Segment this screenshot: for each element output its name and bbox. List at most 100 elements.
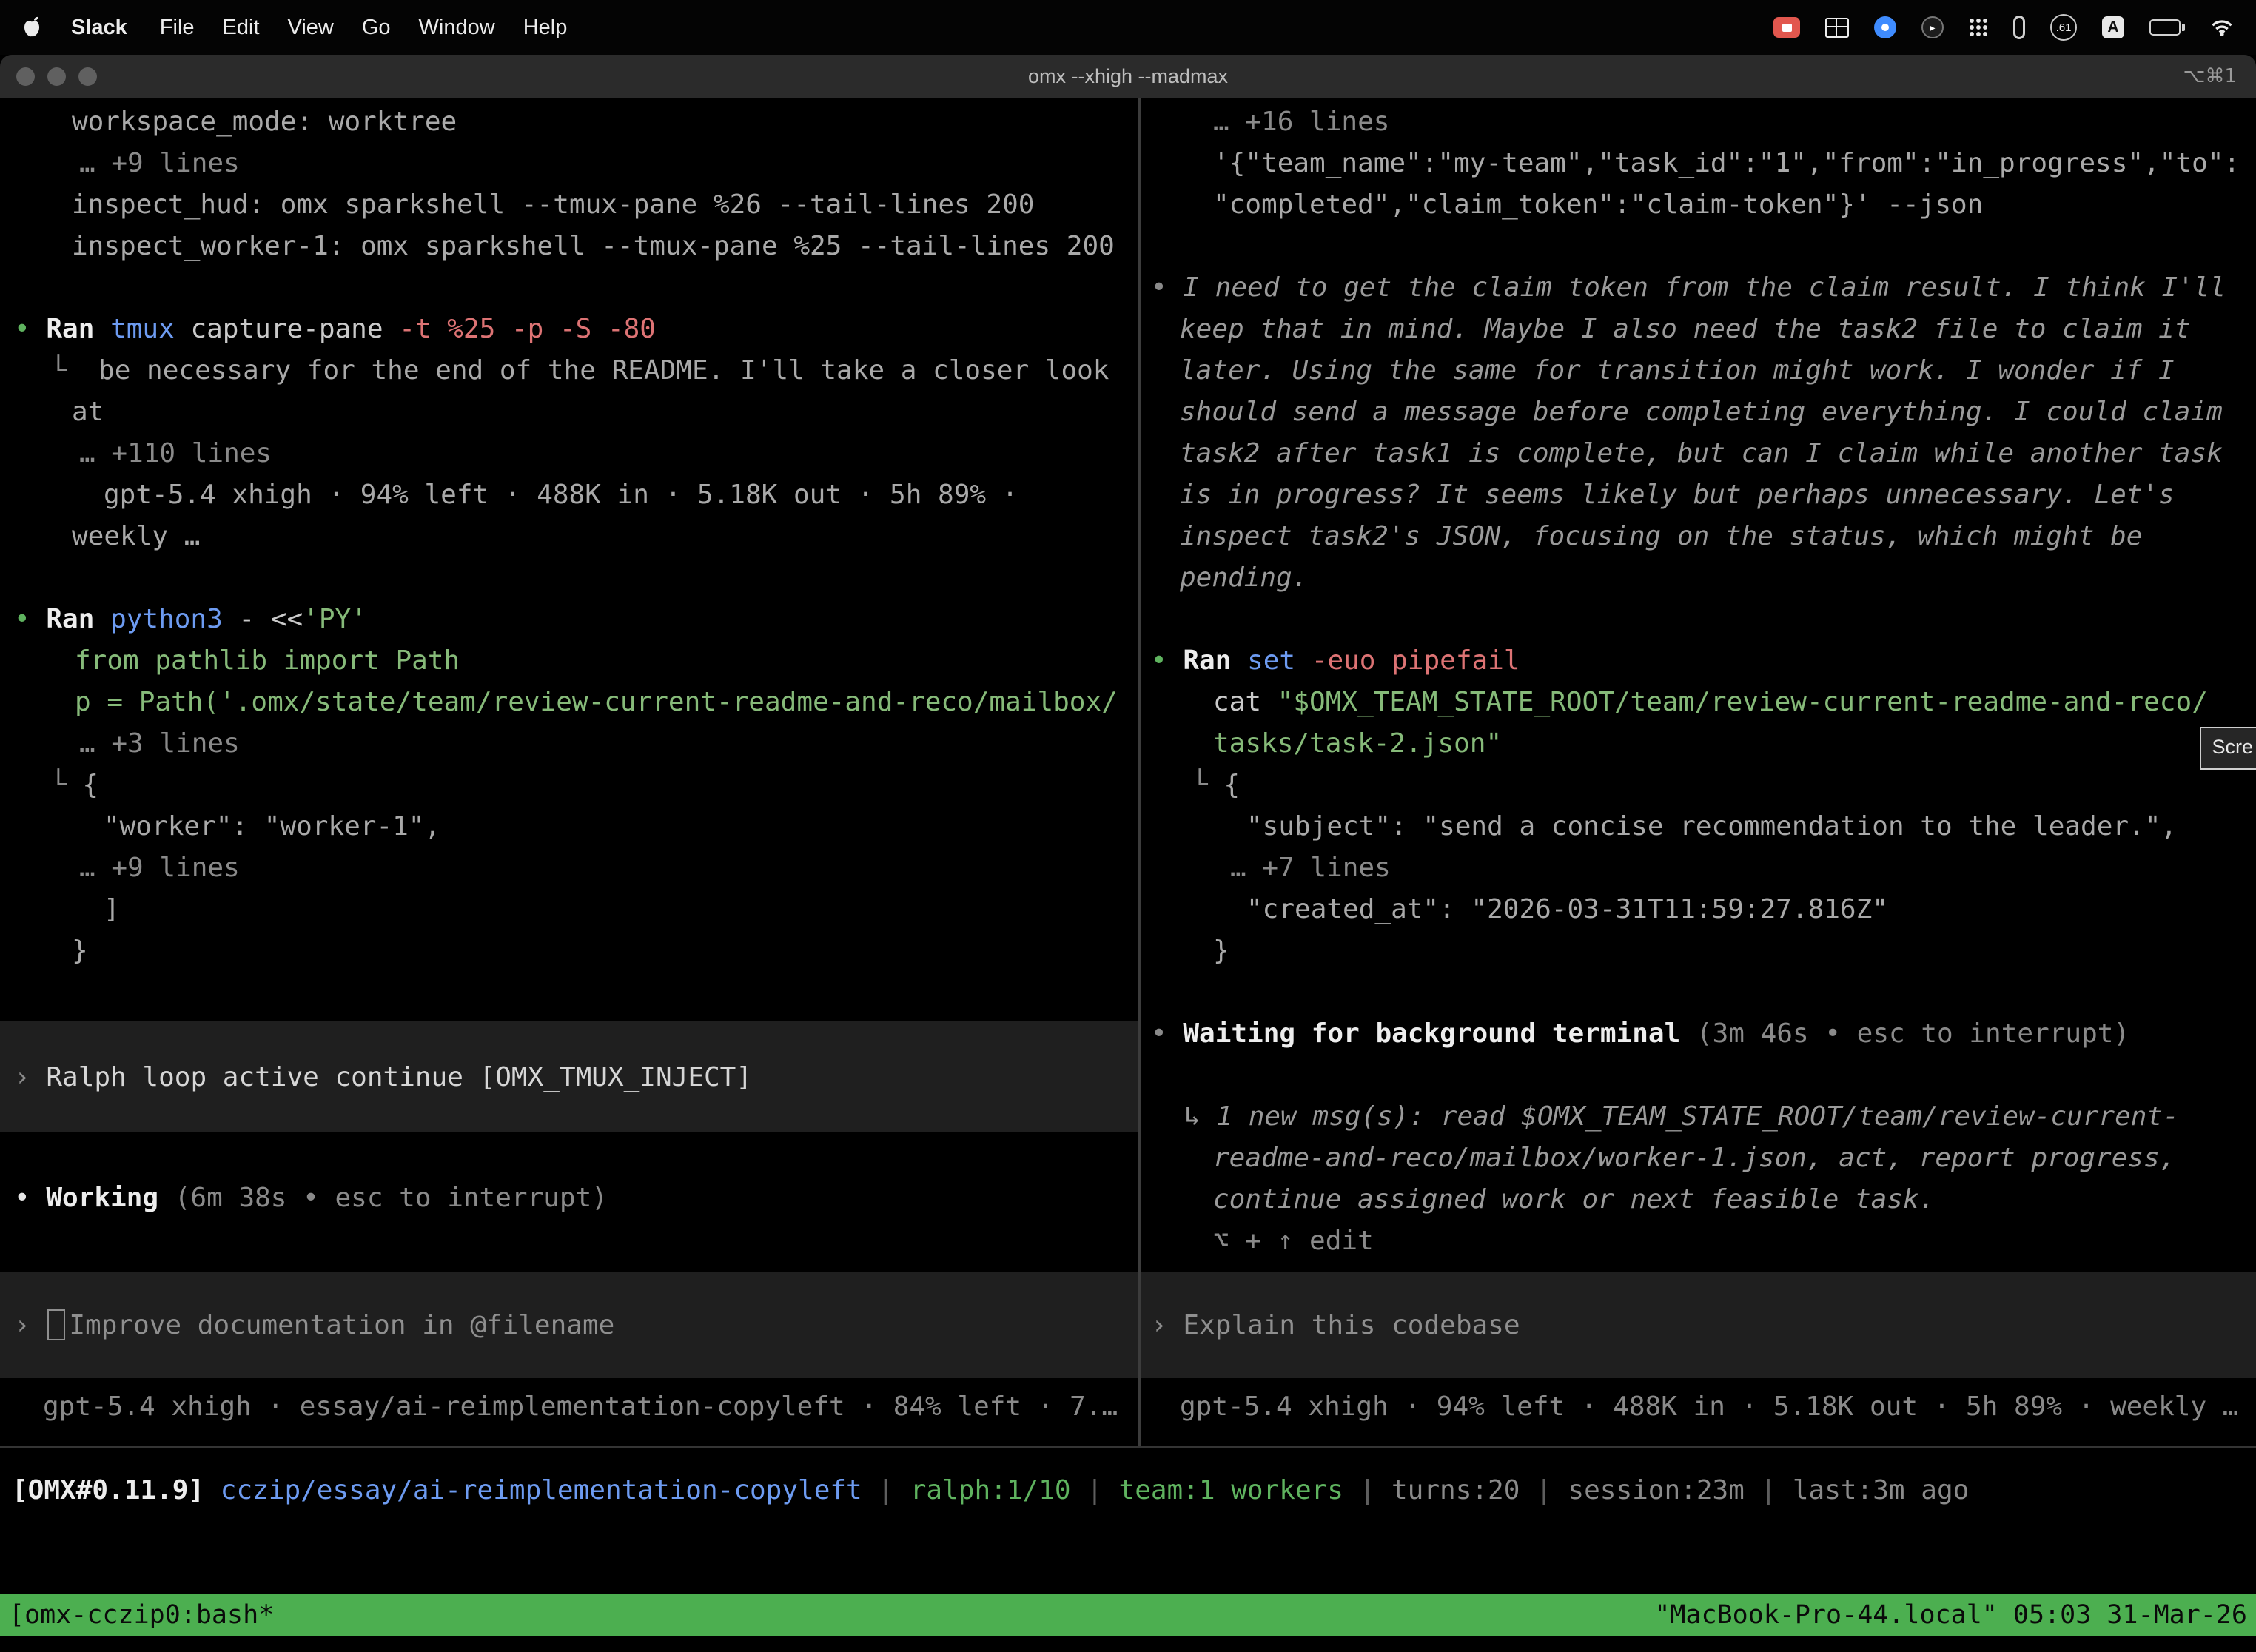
composer-input-left[interactable]: › Improve documentation in @filename: [0, 1272, 1138, 1378]
text-segment: should send a message before completing …: [1180, 397, 2223, 427]
screen-recording-icon[interactable]: [1773, 17, 1800, 38]
text-segment: "worker": "worker-1",: [104, 811, 440, 842]
terminal-line: • Waiting for background terminal (3m 46…: [1141, 1013, 2256, 1055]
text-segment: •: [1151, 645, 1183, 676]
text-segment: •: [14, 1183, 46, 1213]
terminal-line: [1141, 226, 2256, 267]
terminal-line: ]: [0, 889, 1138, 930]
menu-item[interactable]: Go: [362, 16, 391, 39]
window-title-bar: omx --xhigh --madmax ⌥⌘1: [0, 55, 2256, 98]
status-segment: [OMX#0.11.9]: [12, 1475, 221, 1505]
status-segment: ralph:1/10: [910, 1475, 1071, 1505]
tmux-session-info[interactable]: [omx-cczip0:bash*: [9, 1594, 274, 1636]
text-segment: "completed","claim_token":"claim-token"}…: [1213, 189, 1983, 220]
text-segment: └: [1192, 770, 1223, 800]
battery-icon[interactable]: [2149, 19, 2185, 36]
composer-placeholder-right[interactable]: Explain this codebase: [1183, 1310, 1520, 1340]
terminal-line: tasks/task-2.json": [1141, 723, 2256, 765]
status-segment: session:23m: [1568, 1475, 1744, 1505]
terminal-content: workspace_mode: worktree … +9 lines inspec…: [0, 98, 2256, 1446]
text-segment: -t %25 -p -S -80: [399, 314, 656, 344]
composer-placeholder-left[interactable]: Improve documentation in @filename: [69, 1310, 614, 1340]
terminal-line: workspace_mode: worktree: [0, 101, 1138, 143]
text-segment: is in progress? It seems likely but perh…: [1180, 480, 2175, 510]
text-segment: }: [1213, 936, 1229, 966]
apple-logo: [22, 16, 41, 38]
blue-app-icon[interactable]: [1874, 16, 1896, 38]
status-segment: |: [1745, 1475, 1793, 1505]
dots-grid-icon[interactable]: [1969, 18, 1988, 37]
status-segment: |: [1071, 1475, 1119, 1505]
menu-item[interactable]: View: [288, 16, 334, 39]
text-segment: workspace_mode: worktree: [72, 107, 457, 137]
text-segment: Working: [46, 1183, 174, 1213]
menu-bar: Slack File Edit View Go Window Help ▸ .61 A: [0, 0, 2256, 55]
menu-item[interactable]: File: [160, 16, 195, 39]
pill-icon[interactable]: [2013, 16, 2025, 39]
text-segment: ↳ 1 new msg(s): read $OMX_TEAM_STATE_ROO…: [1184, 1101, 2179, 1132]
text-segment: … +9 lines: [79, 853, 240, 883]
text-segment: set: [1247, 645, 1312, 676]
active-app-name[interactable]: Slack: [71, 16, 127, 40]
text-segment: - <<: [238, 604, 303, 634]
session-footer-right: gpt-5.4 xhigh · 94% left · 488K in · 5.1…: [1141, 1386, 2256, 1428]
text-segment: •: [14, 604, 46, 634]
text-segment: "$OMX_TEAM_STATE_ROOT/team/review-curren…: [1278, 687, 2208, 717]
terminal-line: inspect_worker-1: omx sparkshell --tmux-…: [0, 226, 1138, 267]
dark-app-icon[interactable]: ▸: [1921, 16, 1944, 38]
apple-menu-icon[interactable]: [22, 16, 41, 38]
terminal-line: pending.: [1141, 557, 2256, 599]
terminal-line: task2 after task1 is complete, but can I…: [1141, 433, 2256, 474]
terminal-line: gpt-5.4 xhigh · 94% left · 488K in · 5.1…: [0, 474, 1138, 516]
menu-item[interactable]: Edit: [223, 16, 260, 39]
text-segment: python3: [110, 604, 238, 634]
text-segment: keep that in mind. Maybe I also need the…: [1180, 314, 2190, 344]
window-shortcut-hint: ⌥⌘1: [2183, 55, 2237, 98]
terminal-line: • I need to get the claim token from the…: [1141, 267, 2256, 309]
terminal-line: "subject": "send a concise recommendatio…: [1141, 806, 2256, 847]
text-segment: └: [50, 770, 82, 800]
screen-tooltip: Scre: [2200, 727, 2256, 770]
wifi-icon[interactable]: [2210, 19, 2234, 36]
menu-item[interactable]: Window: [419, 16, 495, 39]
scrollback-left: workspace_mode: worktree … +9 lines inspec…: [0, 101, 1138, 972]
text-segment: {: [82, 770, 98, 800]
prompt-chevron: ›: [1151, 1310, 1167, 1340]
terminal-line: "worker": "worker-1",: [0, 806, 1138, 847]
text-segment: inspect task2's JSON, focusing on the st…: [1180, 521, 2142, 551]
menu-item[interactable]: Help: [523, 16, 568, 39]
input-source-icon[interactable]: A: [2102, 16, 2124, 38]
composer-input-right[interactable]: › Explain this codebase: [1141, 1272, 2256, 1378]
text-segment: •: [1151, 272, 1183, 303]
status-segment: last:3m ago: [1793, 1475, 1969, 1505]
status-segment: |: [862, 1475, 910, 1505]
text-segment: be necessary for the end of the README. …: [98, 355, 1109, 386]
terminal-line: └ {: [0, 765, 1138, 806]
window-title: omx --xhigh --madmax: [0, 55, 2256, 98]
prompt-chevron: ›: [14, 1062, 30, 1092]
tmux-host-clock: "MacBook-Pro-44.local" 05:03 31-Mar-26: [1654, 1594, 2247, 1636]
text-segment: … +110 lines: [79, 438, 272, 469]
text-segment: -euo pipefail: [1312, 645, 1520, 676]
grid-icon[interactable]: [1825, 18, 1849, 38]
text-segment: from pathlib import Path: [75, 645, 460, 676]
terminal-line: inspect task2's JSON, focusing on the st…: [1141, 516, 2256, 557]
terminal-line: is in progress? It seems likely but perh…: [1141, 474, 2256, 516]
terminal-line: … +9 lines: [0, 143, 1138, 184]
menu-items: File Edit View Go Window Help: [160, 16, 596, 40]
terminal-line: • Working (6m 38s • esc to interrupt): [0, 1178, 1138, 1219]
text-segment: }: [72, 936, 88, 966]
terminal-line: }: [1141, 930, 2256, 972]
text-segment: └: [50, 355, 98, 386]
queued-message-box: › Ralph loop active continue [OMX_TMUX_I…: [0, 1021, 1138, 1132]
terminal-line: later. Using the same for transition mig…: [1141, 350, 2256, 392]
terminal-line: [0, 267, 1138, 309]
menu-bar-left: Slack File Edit View Go Window Help: [22, 16, 595, 40]
terminal-line: from pathlib import Path: [0, 640, 1138, 682]
terminal-line: • Ran tmux capture-pane -t %25 -p -S -80: [0, 309, 1138, 350]
terminal-line: … +9 lines: [0, 847, 1138, 889]
prompt-chevron: ›: [14, 1310, 30, 1340]
terminal-line: ↳ 1 new msg(s): read $OMX_TEAM_STATE_ROO…: [1141, 1096, 2256, 1138]
percent-badge-icon[interactable]: .61: [2050, 14, 2077, 41]
text-segment: {: [1223, 770, 1240, 800]
